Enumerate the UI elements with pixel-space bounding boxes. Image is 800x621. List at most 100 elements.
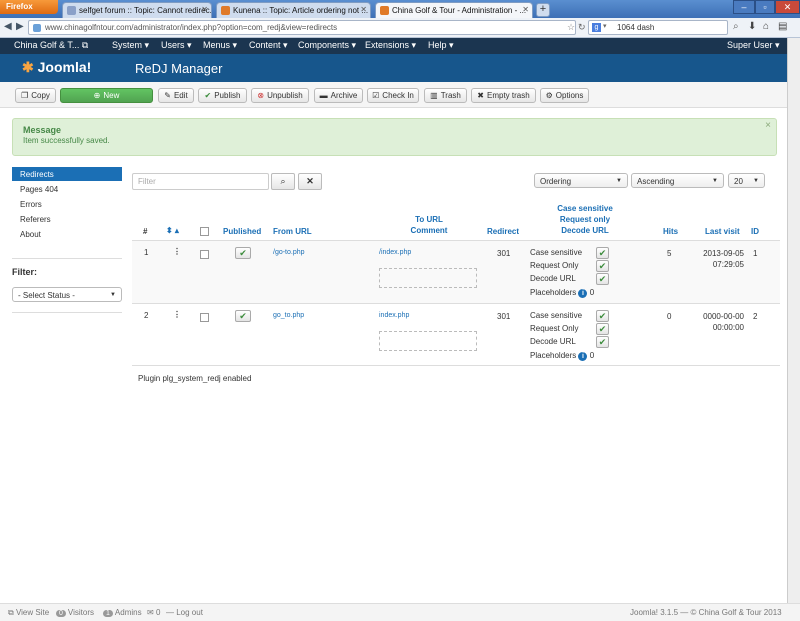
option-label: Decode URL bbox=[530, 274, 576, 283]
gear-icon: ⚙ bbox=[545, 91, 553, 100]
search-icon: ⌕ bbox=[280, 176, 286, 186]
sort-ordering-icon[interactable]: ⬍ ▴ bbox=[166, 225, 179, 236]
column-header-published[interactable]: Published bbox=[223, 226, 261, 237]
column-header-last-visit[interactable]: Last visit bbox=[705, 226, 740, 237]
url-bar[interactable]: www.chinagolfntour.com/administrator/ind… bbox=[28, 20, 576, 35]
column-header-to-url[interactable]: To URL Comment bbox=[400, 214, 458, 236]
menu-extensions[interactable]: Extensions ▾ bbox=[365, 40, 416, 51]
drag-handle-icon[interactable]: ⋮ bbox=[173, 247, 181, 256]
messages-indicator[interactable]: ✉ 0 bbox=[147, 608, 160, 617]
published-toggle[interactable]: ✔ bbox=[235, 310, 251, 322]
row-checkbox[interactable] bbox=[200, 313, 209, 322]
trash-button[interactable]: ▥ Trash bbox=[424, 88, 467, 103]
edit-icon: ✎ bbox=[164, 91, 171, 100]
maximize-icon[interactable]: ▫ bbox=[755, 0, 775, 14]
close-icon[interactable]: ✕ bbox=[522, 5, 529, 14]
back-icon[interactable]: ◀ bbox=[4, 21, 12, 32]
site-identity-icon bbox=[33, 24, 41, 32]
menu-components[interactable]: Components ▾ bbox=[298, 40, 356, 51]
header-line: Case sensitive bbox=[557, 204, 613, 213]
options-button[interactable]: ⚙ Options bbox=[540, 88, 589, 103]
decode-url-toggle[interactable]: ✔ bbox=[596, 336, 609, 348]
close-icon[interactable]: ✕ bbox=[201, 5, 208, 14]
scrollbar[interactable] bbox=[787, 38, 800, 603]
magnifier-icon[interactable]: ⌕ bbox=[733, 21, 739, 32]
menu-menus[interactable]: Menus ▾ bbox=[203, 40, 237, 51]
column-header-id[interactable]: ID bbox=[751, 226, 759, 237]
menu-help[interactable]: Help ▾ bbox=[428, 40, 454, 51]
unpublish-icon: ⊗ bbox=[257, 91, 265, 100]
from-url-link[interactable]: go_to.php bbox=[273, 312, 304, 319]
column-header-hits[interactable]: Hits bbox=[663, 226, 678, 237]
status-label: Log out bbox=[176, 608, 203, 617]
sidebar-item-referers[interactable]: Referers bbox=[12, 212, 122, 226]
addon-icon[interactable]: ▤ bbox=[778, 21, 787, 32]
column-header-redirect[interactable]: Redirect bbox=[487, 226, 519, 237]
downloads-icon[interactable]: ⬇ bbox=[748, 21, 756, 32]
button-label: Unpublish bbox=[267, 91, 303, 100]
logout-link[interactable]: — Log out bbox=[166, 608, 203, 617]
admin-header: ✱ Joomla! ReDJ Manager bbox=[0, 54, 800, 82]
browser-tab[interactable]: selfget forum :: Topic: Cannot redirec..… bbox=[62, 2, 212, 18]
close-window-icon[interactable]: ✕ bbox=[775, 0, 800, 14]
ordering-select[interactable]: Ordering ▼ bbox=[534, 173, 628, 188]
browser-tab[interactable]: Kunena :: Topic: Article ordering not ..… bbox=[216, 2, 371, 18]
row-checkbox[interactable] bbox=[200, 250, 209, 259]
menu-system[interactable]: System ▾ bbox=[112, 40, 149, 51]
user-name: Super User bbox=[727, 40, 773, 50]
user-menu[interactable]: Super User ▾ bbox=[727, 40, 780, 51]
case-sensitive-toggle[interactable]: ✔ bbox=[596, 247, 609, 259]
to-url-link[interactable]: /index.php bbox=[379, 249, 411, 256]
chevron-down-icon[interactable]: ▾ bbox=[603, 22, 607, 30]
bookmark-star-icon[interactable]: ☆ bbox=[567, 22, 575, 33]
sidebar-item-redirects[interactable]: Redirects bbox=[12, 167, 122, 181]
edit-button[interactable]: ✎ Edit bbox=[158, 88, 194, 103]
archive-button[interactable]: ▬ Archive bbox=[314, 88, 363, 103]
reload-icon[interactable]: ↻ bbox=[578, 22, 586, 33]
decode-url-toggle[interactable]: ✔ bbox=[596, 273, 609, 285]
column-header-options[interactable]: Case sensitive Request only Decode URL bbox=[548, 203, 622, 236]
info-icon[interactable]: i bbox=[578, 352, 588, 361]
hits-count: 5 bbox=[667, 249, 672, 258]
browser-tab-active[interactable]: China Golf & Tour - Administration - ...… bbox=[375, 2, 533, 18]
case-sensitive-toggle[interactable]: ✔ bbox=[596, 310, 609, 322]
status-filter-select[interactable]: - Select Status - ▼ bbox=[12, 287, 122, 302]
to-url-link[interactable]: index.php bbox=[379, 312, 409, 319]
search-button[interactable]: ⌕ bbox=[271, 173, 295, 190]
checkin-button[interactable]: ☑ Check In bbox=[367, 88, 419, 103]
admin-status-bar: ⧉ View Site 0 Visitors 1 Admins ✉ 0 — Log … bbox=[0, 603, 800, 621]
firefox-menu-button[interactable]: Firefox bbox=[0, 0, 58, 14]
select-all-checkbox[interactable] bbox=[200, 227, 209, 236]
limit-select[interactable]: 20 ▼ bbox=[728, 173, 765, 188]
clear-button[interactable]: ✕ bbox=[298, 173, 322, 190]
new-button[interactable]: ⊕ New bbox=[60, 88, 153, 103]
new-tab-button[interactable]: + bbox=[536, 3, 550, 17]
drag-handle-icon[interactable]: ⋮ bbox=[173, 310, 181, 319]
published-toggle[interactable]: ✔ bbox=[235, 247, 251, 259]
unpublish-button[interactable]: ⊗ Unpublish bbox=[251, 88, 309, 103]
request-only-toggle[interactable]: ✔ bbox=[596, 323, 609, 335]
search-input[interactable]: g ▾ 1064 dash bbox=[588, 20, 728, 35]
info-icon[interactable]: i bbox=[578, 289, 588, 298]
copy-button[interactable]: ❐ Copy bbox=[15, 88, 56, 103]
menu-users[interactable]: Users ▾ bbox=[161, 40, 192, 51]
close-message-button[interactable]: × bbox=[765, 120, 771, 131]
menu-content[interactable]: Content ▾ bbox=[249, 40, 288, 51]
close-icon[interactable]: ✕ bbox=[360, 5, 367, 14]
empty-trash-button[interactable]: ✖ Empty trash bbox=[471, 88, 536, 103]
home-icon[interactable]: ⌂ bbox=[763, 21, 769, 32]
view-site-link[interactable]: ⧉ View Site bbox=[8, 608, 49, 618]
sidebar-item-pages-404[interactable]: Pages 404 bbox=[12, 182, 122, 196]
minimize-icon[interactable]: – bbox=[733, 0, 755, 14]
direction-select[interactable]: Ascending ▼ bbox=[631, 173, 724, 188]
forward-icon[interactable]: ▶ bbox=[16, 21, 24, 32]
publish-button[interactable]: ✔ Publish bbox=[198, 88, 247, 103]
sidebar-item-about[interactable]: About bbox=[12, 227, 122, 241]
tab-favicon-icon bbox=[67, 6, 76, 15]
request-only-toggle[interactable]: ✔ bbox=[596, 260, 609, 272]
column-header-from-url[interactable]: From URL bbox=[273, 226, 312, 237]
filter-search-input[interactable] bbox=[132, 173, 269, 190]
sidebar-item-errors[interactable]: Errors bbox=[12, 197, 122, 211]
site-name-link[interactable]: China Golf & T... ⧉ bbox=[14, 40, 88, 51]
from-url-link[interactable]: /go-to.php bbox=[273, 249, 305, 256]
